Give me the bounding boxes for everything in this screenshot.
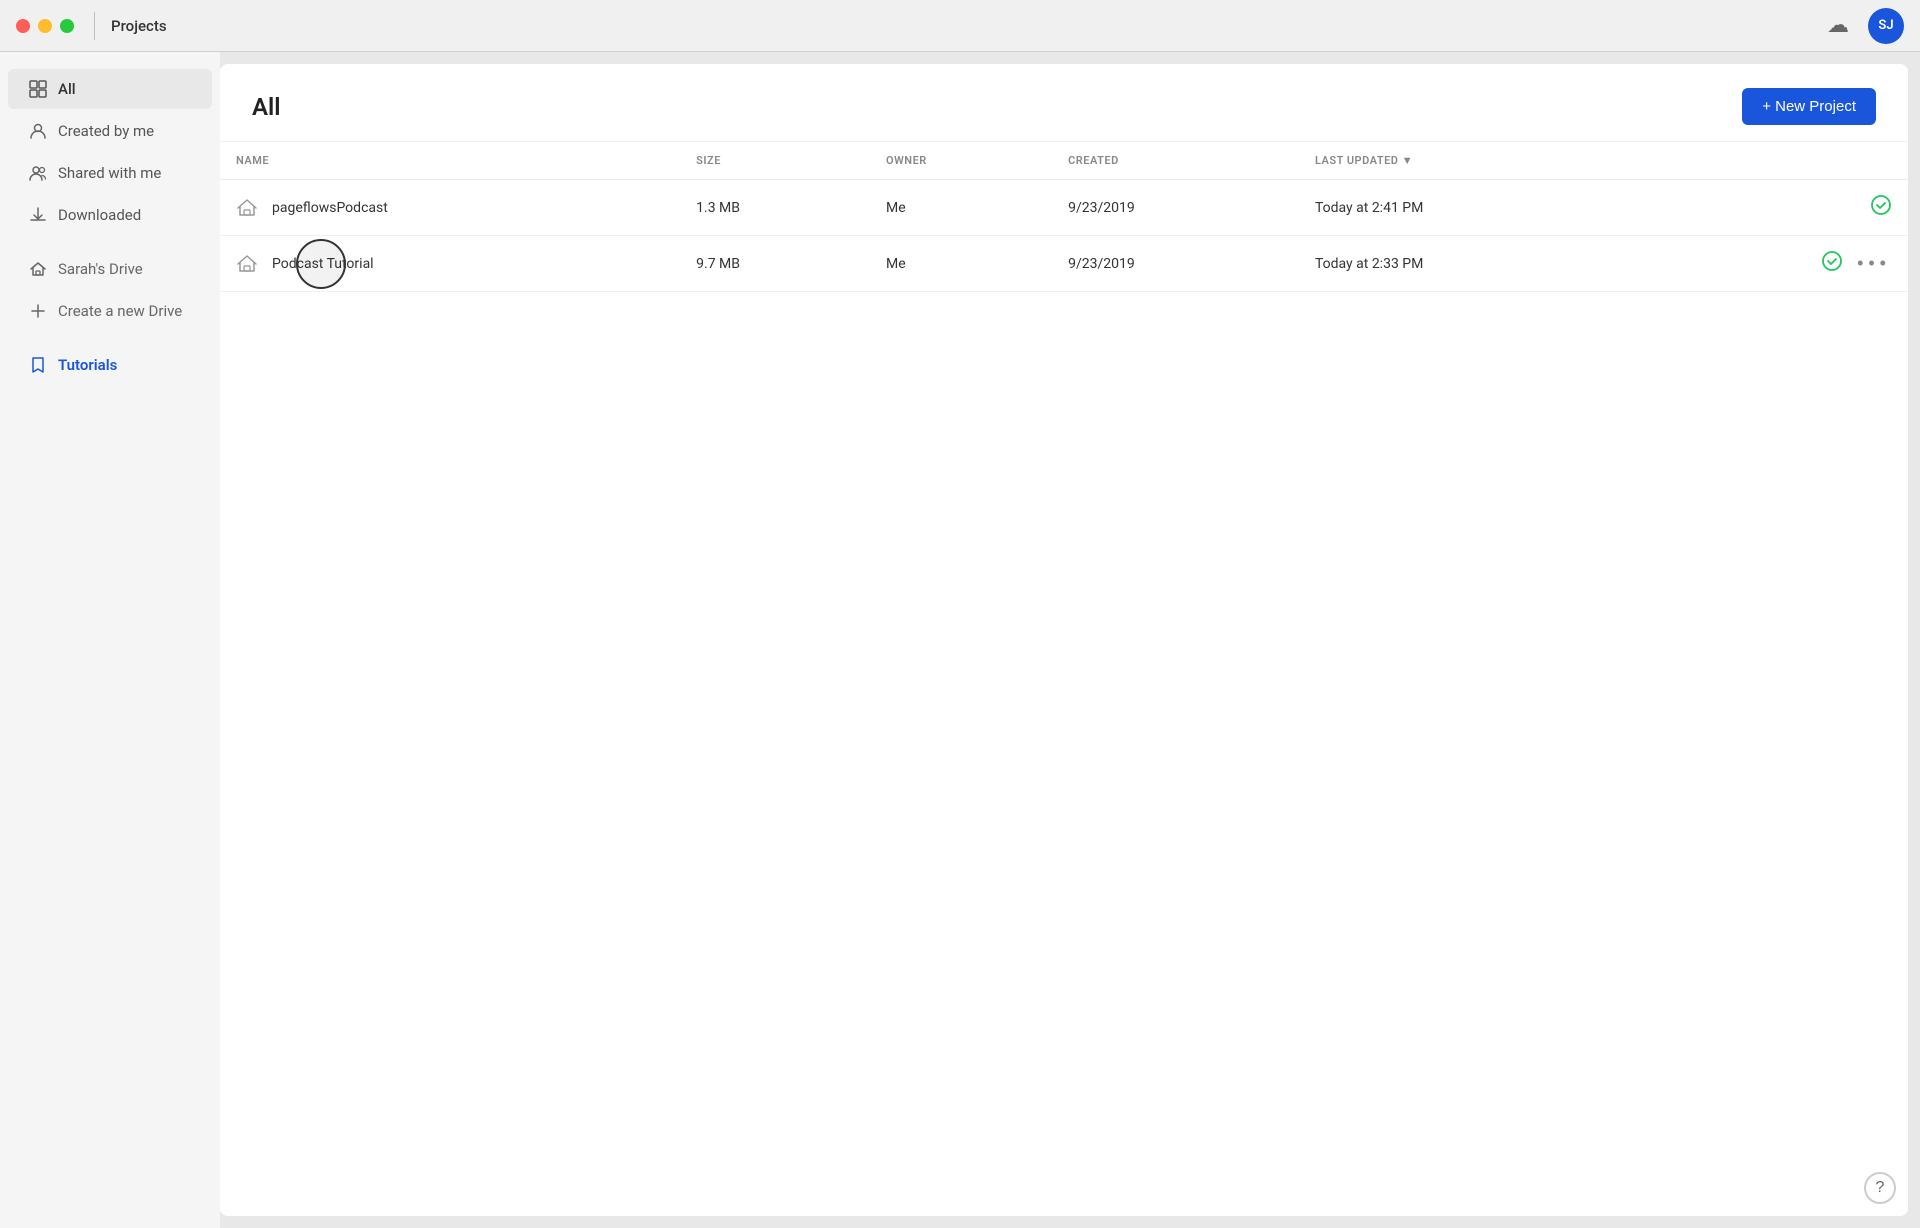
status-check-2 <box>1821 250 1843 277</box>
tutorials-label: Tutorials <box>58 356 117 374</box>
sidebar-gap <box>0 236 220 248</box>
content-header: All + New Project <box>220 64 1908 142</box>
titlebar-divider <box>94 12 95 40</box>
main-content: All + New Project NAME SIZE OWNER CREATE… <box>220 64 1908 1216</box>
sort-icon: ▼ <box>1402 154 1413 167</box>
status-check-1 <box>1870 194 1892 221</box>
project-size-2: 9.7 MB <box>680 236 870 292</box>
project-owner-1: Me <box>870 180 1052 236</box>
table-row[interactable]: pageflowsPodcast 1.3 MB Me 9/23/2019 Tod… <box>220 180 1908 236</box>
titlebar: Projects ☁ SJ <box>0 0 1920 52</box>
sidebar-item-downloaded[interactable]: Downloaded <box>8 195 212 235</box>
project-created-2: 9/23/2019 <box>1052 236 1299 292</box>
table-body: pageflowsPodcast 1.3 MB Me 9/23/2019 Tod… <box>220 180 1908 292</box>
grid-icon <box>28 79 48 99</box>
sidebar-item-all-label: All <box>58 80 76 98</box>
maximize-button[interactable] <box>60 19 74 33</box>
project-name-cell-1: pageflowsPodcast <box>236 196 664 220</box>
sidebar-item-all[interactable]: All <box>8 69 212 109</box>
cloud-icon[interactable]: ☁ <box>1820 8 1856 44</box>
col-last-updated[interactable]: LAST UPDATED ▼ <box>1299 142 1650 180</box>
project-name-1: pageflowsPodcast <box>272 200 388 216</box>
bookmark-icon <box>28 355 48 375</box>
project-updated-2: Today at 2:33 PM <box>1299 236 1650 292</box>
table-header: NAME SIZE OWNER CREATED LAST UPDATED ▼ <box>220 142 1908 180</box>
app-title: Projects <box>111 17 1820 35</box>
sidebar-gap2 <box>0 332 220 344</box>
help-button[interactable]: ? <box>1864 1172 1896 1204</box>
sidebar-item-create-drive[interactable]: Create a new Drive <box>8 291 212 331</box>
project-created-1: 9/23/2019 <box>1052 180 1299 236</box>
user-icon <box>28 121 48 141</box>
action-cell-2: • • • <box>1666 250 1892 277</box>
app-body: All Created by me Shared with me <box>0 52 1920 1228</box>
project-updated-1: Today at 2:41 PM <box>1299 180 1650 236</box>
sidebar-item-tutorials[interactable]: Tutorials <box>8 345 212 385</box>
sarahs-drive-label: Sarah's Drive <box>58 260 143 278</box>
col-name: NAME <box>220 142 680 180</box>
minimize-button[interactable] <box>38 19 52 33</box>
sidebar-item-sarahs-drive[interactable]: Sarah's Drive <box>8 249 212 289</box>
project-icon-1 <box>236 196 260 220</box>
project-icon-2 <box>236 252 260 276</box>
sidebar-item-shared-with-me-label: Shared with me <box>58 164 161 182</box>
projects-table-container: NAME SIZE OWNER CREATED LAST UPDATED ▼ <box>220 142 1908 1216</box>
col-actions <box>1650 142 1908 180</box>
table-row[interactable]: Podcast Tutorial 9.7 MB Me 9/23/2019 Tod… <box>220 236 1908 292</box>
sidebar-item-created-by-me[interactable]: Created by me <box>8 111 212 151</box>
action-cell-1 <box>1666 194 1892 221</box>
project-size-1: 1.3 MB <box>680 180 870 236</box>
new-project-button[interactable]: + New Project <box>1742 88 1876 125</box>
sidebar-item-downloaded-label: Downloaded <box>58 206 141 224</box>
sidebar-item-created-by-me-label: Created by me <box>58 122 154 140</box>
users-icon <box>28 163 48 183</box>
window-controls <box>16 19 74 33</box>
sidebar-item-shared-with-me[interactable]: Shared with me <box>8 153 212 193</box>
col-owner: OWNER <box>870 142 1052 180</box>
create-drive-label: Create a new Drive <box>58 302 182 320</box>
project-owner-2: Me <box>870 236 1052 292</box>
project-name-cell-2: Podcast Tutorial <box>236 252 664 276</box>
sidebar: All Created by me Shared with me <box>0 52 220 1228</box>
close-button[interactable] <box>16 19 30 33</box>
project-name-2: Podcast Tutorial <box>272 256 374 272</box>
avatar[interactable]: SJ <box>1868 8 1904 44</box>
more-options-button-2[interactable]: • • • <box>1851 251 1892 276</box>
home-icon <box>28 259 48 279</box>
page-title: All <box>252 93 281 121</box>
projects-table: NAME SIZE OWNER CREATED LAST UPDATED ▼ <box>220 142 1908 292</box>
plus-icon <box>28 301 48 321</box>
download-icon <box>28 205 48 225</box>
col-size: SIZE <box>680 142 870 180</box>
col-created: CREATED <box>1052 142 1299 180</box>
